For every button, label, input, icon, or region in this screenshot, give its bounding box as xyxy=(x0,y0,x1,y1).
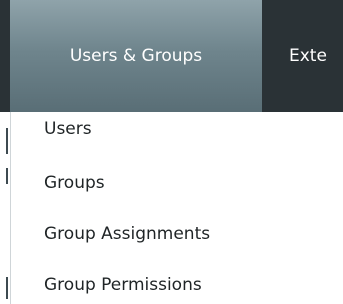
menu-item-label: Groups xyxy=(44,173,105,193)
tab-extensions[interactable]: Exte xyxy=(289,0,343,112)
edge-tick xyxy=(6,277,8,299)
menu-item-label: Group Assignments xyxy=(44,224,211,244)
users-groups-dropdown-menu: Users Groups Group Assignments Group Per… xyxy=(10,112,333,304)
tab-users-and-groups[interactable]: Users & Groups xyxy=(10,0,262,112)
tab-label: Users & Groups xyxy=(69,46,203,66)
menu-item-group-permissions[interactable]: Group Permissions xyxy=(44,271,202,299)
tab-label: Exte xyxy=(289,46,327,66)
edge-tick xyxy=(6,168,8,184)
left-edge-decoration xyxy=(0,112,10,304)
menu-item-users[interactable]: Users xyxy=(44,115,92,143)
edge-tick xyxy=(6,128,8,154)
menu-item-label: Group Permissions xyxy=(44,275,202,295)
menu-item-groups[interactable]: Groups xyxy=(44,169,105,197)
top-navigation-bar: Users & Groups Exte xyxy=(0,0,343,112)
menu-item-label: Users xyxy=(44,119,92,139)
menu-item-group-assignments[interactable]: Group Assignments xyxy=(44,220,210,248)
